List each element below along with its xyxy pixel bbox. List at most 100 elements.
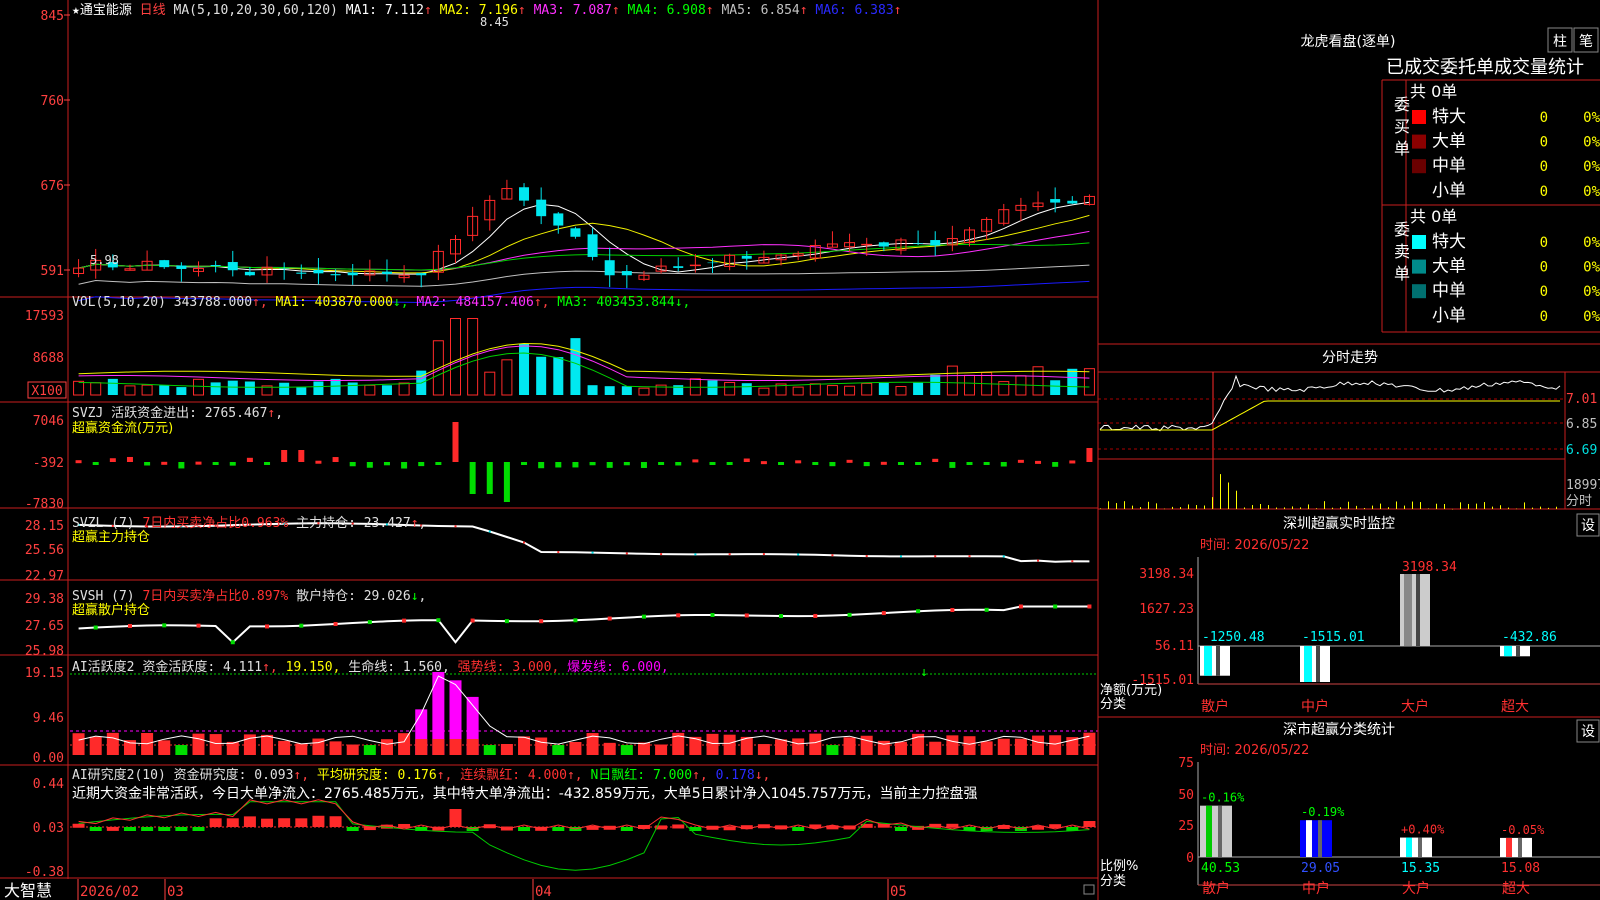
monitor-settings-label[interactable]: 设 (1581, 518, 1595, 534)
research-bar (329, 816, 342, 827)
activity-bar (1014, 738, 1027, 755)
holding-dot (1087, 604, 1092, 609)
monitor-bar-accent (1404, 574, 1412, 646)
ai-research-axis-label: 0.03 (33, 821, 64, 836)
holding-dot (436, 618, 441, 623)
intraday-vol-bar (1212, 497, 1213, 509)
research-green-line (78, 801, 1090, 871)
capital-flow-bar (75, 460, 82, 464)
order-pct: 0% (1583, 235, 1600, 251)
holding-dot (968, 555, 971, 558)
holding-dot (744, 613, 749, 618)
holding-dot (367, 620, 372, 625)
class-settings-label[interactable]: 设 (1581, 724, 1595, 740)
ai-research-value: N日飘红: 7.000 (590, 767, 692, 783)
svzl-suffix: , (419, 516, 427, 531)
research-bar (1083, 821, 1096, 827)
star-icon: ★ (72, 3, 80, 18)
activity-base-bar (449, 739, 462, 755)
monitor-bar-label: -1250.48 (1202, 630, 1265, 645)
activity-bar (757, 744, 770, 755)
candle-down (1067, 200, 1078, 204)
monitor-x-title: 分类 (1100, 697, 1126, 712)
capital-flow-bar (452, 422, 459, 462)
capital-flow-bar (366, 462, 373, 468)
intraday-vol-bar (1100, 508, 1101, 509)
capital-flow-bar (144, 462, 151, 466)
volume-bar-up (141, 384, 153, 396)
holding-dot (694, 553, 697, 556)
research-bar (946, 823, 959, 828)
activity-bar (946, 735, 959, 755)
capital-flow-bar (109, 458, 116, 462)
volume-bar-up (484, 371, 496, 396)
intraday-vol-bar (1524, 502, 1525, 509)
activity-bar (809, 733, 822, 755)
research-bar (312, 815, 325, 827)
volume-bar-down (913, 382, 924, 395)
legend-swatch (1412, 134, 1426, 149)
intraday-vol-bar (1420, 502, 1421, 509)
volume-ma-arrow: ↓, (675, 295, 691, 310)
intraday-vol-bar (1364, 507, 1365, 509)
ai-research-arrow: ↑, (437, 768, 460, 783)
intraday-vol-bar (1556, 506, 1557, 509)
class-category: 中户 (1302, 880, 1330, 897)
bar-view-label[interactable]: 柱 (1553, 34, 1567, 50)
high-annotation: 8.45 (480, 15, 509, 29)
order-size-label: 大单 (1432, 257, 1466, 277)
candle-down (313, 269, 324, 274)
order-count: 0 (1540, 110, 1548, 126)
capital-flow-bar (983, 462, 990, 465)
research-bar (123, 827, 136, 831)
price-axis-label: 845 (41, 9, 64, 24)
period-label: 日线 (140, 3, 166, 18)
volume-header: VOL(5,10,20) 343788.000↑, MA1: 403870.00… (72, 295, 690, 310)
holding-dot (230, 640, 235, 645)
research-bar (894, 827, 907, 831)
activity-bar (792, 738, 805, 755)
ai-research-value: 连续飘红: 4.000 (460, 767, 567, 783)
volume-bar-up (792, 386, 804, 396)
activity-bar (89, 736, 102, 755)
volume-bar-up (809, 383, 821, 396)
volume-bar-up (450, 318, 461, 396)
candle-down (1050, 199, 1061, 203)
candle-down (279, 268, 290, 269)
activity-bar (552, 745, 565, 755)
activity-bar (620, 745, 633, 755)
intraday-price-label: 7.01 (1566, 392, 1597, 407)
holding-dot (454, 525, 457, 528)
capital-flow-bar (538, 462, 545, 469)
activity-bar (637, 742, 650, 755)
holding-dot (779, 614, 784, 619)
class-bar-accent (1406, 837, 1412, 857)
class-change: -0.16% (1201, 791, 1245, 805)
capital-flow-bar (675, 462, 682, 466)
monitor-axis-label: 1627.23 (1139, 602, 1194, 617)
terminal-canvas[interactable]: ★通宝能源 日线 MA(5,10,20,30,60,120) MA1: 7.11… (0, 0, 1600, 900)
order-pct: 0% (1583, 110, 1600, 126)
order-pct: 0% (1583, 309, 1600, 325)
research-bar (723, 826, 736, 831)
intraday-vol-bar (1180, 507, 1181, 509)
volume-bar-up (724, 381, 736, 396)
order-size-label: 小单 (1432, 181, 1466, 201)
class-category: 超大 (1502, 881, 1530, 897)
ai-research-title: AI研究度2(10) (72, 767, 174, 783)
intraday-vol-bar (1332, 507, 1333, 509)
candle-down (707, 262, 718, 264)
capital-flow-bar (726, 462, 733, 465)
activity-bar (894, 741, 907, 755)
intraday-vol-bar (1204, 505, 1205, 509)
volume-bar-up (638, 387, 650, 396)
intraday-vol-bar (1132, 505, 1133, 509)
holding-dot (523, 541, 526, 544)
capital-flow-bar (863, 462, 870, 467)
ma-arrow: ↑ (800, 3, 816, 18)
tick-view-label[interactable]: 笔 (1579, 34, 1593, 50)
intraday-vol-bar (1388, 507, 1389, 509)
capital-flow-bar (383, 462, 390, 466)
intraday-vol-label: 18997 (1566, 478, 1600, 493)
capital-flow-bar (555, 462, 562, 468)
